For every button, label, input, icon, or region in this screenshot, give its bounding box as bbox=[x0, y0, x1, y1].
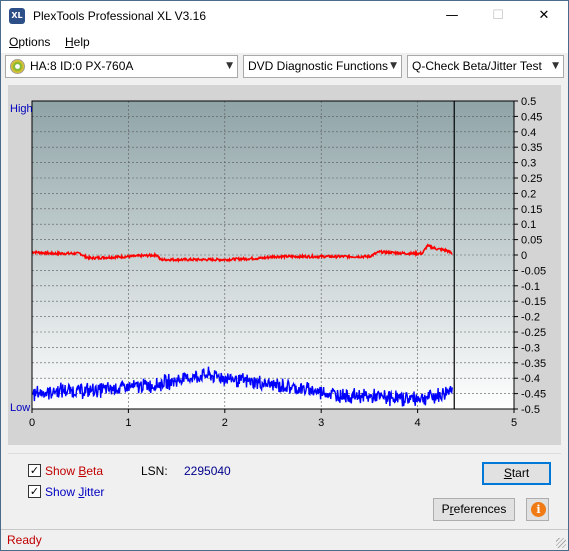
y-tick-label: 0.2 bbox=[521, 188, 536, 200]
y-tick-label: -0.4 bbox=[521, 373, 540, 385]
function-select-value: DVD Diagnostic Functions bbox=[248, 59, 389, 73]
plextools-logo-icon: XL bbox=[9, 8, 25, 24]
options-panel: ✓ Show Beta ✓ Show Jitter LSN: 2295040 S… bbox=[8, 453, 561, 525]
x-tick-label: 0 bbox=[29, 417, 35, 429]
drive-select-value: HA:8 ID:0 PX-760A bbox=[30, 59, 134, 73]
y-tick-label: 0.4 bbox=[521, 127, 536, 139]
main-window: XL PlexTools Professional XL V3.16 — ☐ ✕… bbox=[0, 0, 569, 551]
x-tick-label: 5 bbox=[511, 417, 517, 429]
menu-options[interactable]: Options bbox=[9, 35, 50, 49]
maximize-button[interactable]: ☐ bbox=[475, 1, 521, 31]
y-label-low: Low bbox=[10, 402, 30, 414]
y-tick-label: -0.45 bbox=[521, 389, 546, 401]
show-beta-checkbox[interactable]: ✓ bbox=[28, 464, 41, 477]
y-tick-label: 0.3 bbox=[521, 158, 536, 170]
y-tick-label: -0.15 bbox=[521, 296, 546, 308]
y-tick-label: -0.3 bbox=[521, 342, 540, 354]
x-tick-label: 4 bbox=[415, 417, 421, 429]
test-select-value: Q-Check Beta/Jitter Test bbox=[412, 59, 542, 73]
test-select[interactable]: Q-Check Beta/Jitter Test ▼ bbox=[407, 55, 564, 78]
chevron-down-icon: ▼ bbox=[390, 61, 397, 71]
status-text: Ready bbox=[7, 533, 42, 547]
y-tick-label: -0.1 bbox=[521, 281, 540, 293]
preferences-button[interactable]: Preferences bbox=[433, 498, 515, 521]
disc-drive-icon bbox=[10, 59, 25, 74]
show-jitter-label[interactable]: Show Jitter bbox=[45, 485, 104, 499]
y-tick-label: -0.35 bbox=[521, 358, 546, 370]
window-title: PlexTools Professional XL V3.16 bbox=[33, 9, 206, 23]
menu-help[interactable]: Help bbox=[65, 35, 90, 49]
close-button[interactable]: ✕ bbox=[521, 1, 567, 31]
show-jitter-checkbox[interactable]: ✓ bbox=[28, 485, 41, 498]
y-tick-label: 0.15 bbox=[521, 204, 542, 216]
function-select[interactable]: DVD Diagnostic Functions ▼ bbox=[243, 55, 402, 78]
menu-bar: Options Help bbox=[1, 31, 568, 53]
minimize-button[interactable]: — bbox=[429, 1, 475, 31]
resize-grip-icon[interactable] bbox=[556, 538, 566, 548]
title-bar: XL PlexTools Professional XL V3.16 — ☐ ✕ bbox=[1, 1, 568, 31]
y-label-high: High bbox=[10, 103, 33, 115]
y-tick-label: -0.2 bbox=[521, 312, 540, 324]
chevron-down-icon: ▼ bbox=[552, 61, 559, 71]
x-tick-label: 1 bbox=[125, 417, 131, 429]
info-button[interactable]: i bbox=[526, 498, 549, 521]
drive-select[interactable]: HA:8 ID:0 PX-760A ▼ bbox=[5, 55, 238, 78]
start-button[interactable]: Start bbox=[482, 462, 551, 485]
y-tick-label: -0.25 bbox=[521, 327, 546, 339]
y-tick-label: 0.45 bbox=[521, 111, 542, 123]
x-tick-label: 2 bbox=[222, 417, 228, 429]
chevron-down-icon: ▼ bbox=[226, 61, 233, 71]
x-tick-label: 3 bbox=[318, 417, 324, 429]
status-bar: Ready bbox=[1, 529, 568, 550]
info-icon: i bbox=[531, 502, 546, 517]
y-tick-label: 0.35 bbox=[521, 142, 542, 154]
show-beta-label[interactable]: Show Beta bbox=[45, 464, 103, 478]
y-tick-label: -0.05 bbox=[521, 265, 546, 277]
y-tick-label: -0.5 bbox=[521, 404, 540, 416]
y-tick-label: 0.25 bbox=[521, 173, 542, 185]
y-tick-label: 0.5 bbox=[521, 96, 536, 108]
y-tick-label: 0.05 bbox=[521, 235, 542, 247]
lsn-label: LSN: bbox=[141, 464, 168, 478]
beta-jitter-chart: 0.5 0.45 0.4 0.35 0.3 0.25 0.2 0.15 0.1 0.05 0 -0.0… bbox=[10, 96, 546, 429]
lsn-value: 2295040 bbox=[184, 464, 231, 478]
y-tick-label: 0 bbox=[521, 250, 527, 262]
chart-panel: 0.5 0.45 0.4 0.35 0.3 0.25 0.2 0.15 0.1 0.05 0 -0.0… bbox=[8, 85, 561, 445]
y-tick-label: 0.1 bbox=[521, 219, 536, 231]
